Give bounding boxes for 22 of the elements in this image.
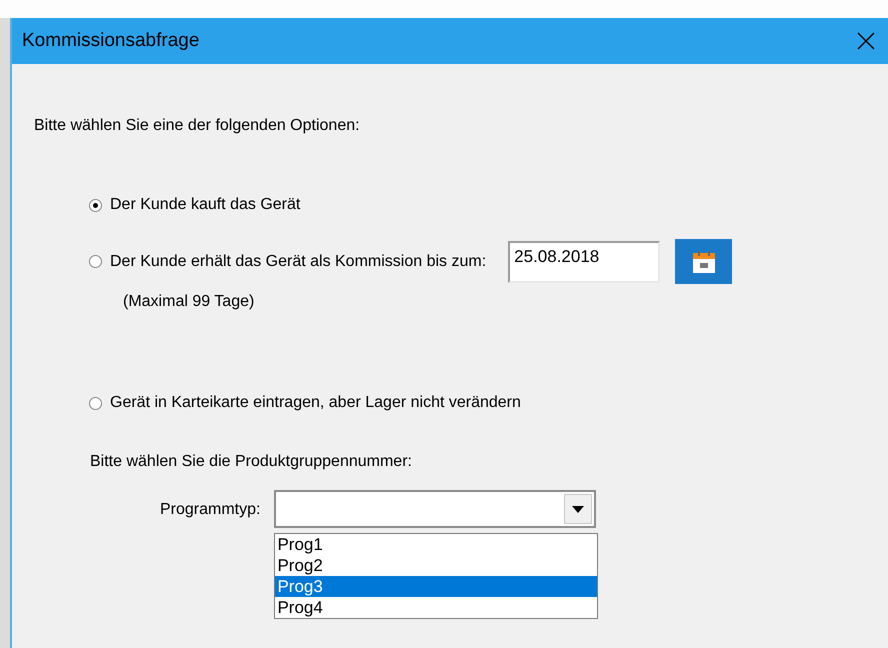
list-item[interactable]: Prog1 (275, 534, 598, 555)
hint-text: (Maximal 99 Tage) (123, 292, 256, 312)
caret-icon (572, 506, 584, 512)
group-prompt: Bitte wählen Sie die Produktgruppennummer: (90, 452, 413, 472)
dropdown-field[interactable] (274, 490, 596, 528)
list-item[interactable]: Prog4 (275, 597, 598, 618)
dropdown-arrow-button[interactable] (564, 494, 592, 524)
option-label: Gerät in Karteikarte eintragen, aber Lager nicht verändern (110, 393, 521, 413)
radio-button[interactable] (89, 255, 102, 268)
prompt-text: Bitte wählen Sie eine der folgenden Optionen: (34, 116, 361, 136)
combo-label: Programmtyp: (160, 500, 260, 520)
option-label: Der Kunde kauft das Gerät (110, 195, 300, 215)
calendar-button[interactable] (675, 239, 732, 284)
list-item[interactable]: Prog2 (275, 555, 598, 576)
radio-button[interactable] (89, 396, 102, 410)
radio-button[interactable] (89, 198, 102, 212)
option-label: Der Kunde erhält das Gerät als Kommission bis zum: (110, 252, 486, 272)
calendar-icon (690, 248, 717, 274)
window-title: Kommissionsabfrage (22, 30, 200, 52)
close-icon (857, 32, 875, 50)
date-field[interactable]: 25.08.2018 (508, 240, 660, 282)
list-item[interactable]: Prog3 (275, 576, 598, 597)
